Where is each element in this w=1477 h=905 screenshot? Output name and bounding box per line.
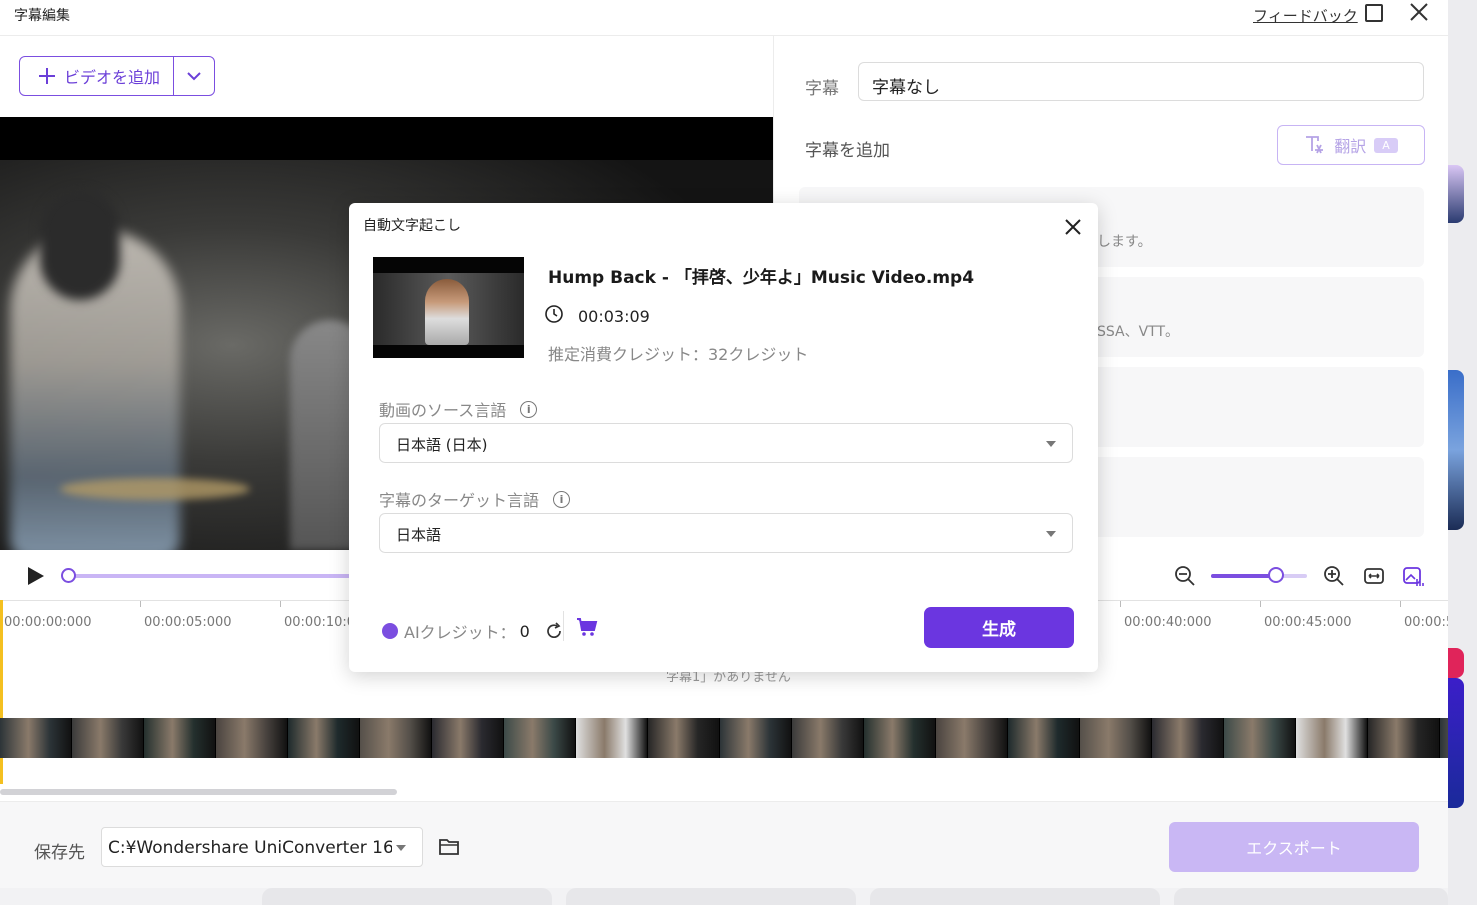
dialog-title: 自動文字起こし [363,218,461,234]
background-card [566,888,856,905]
translate-icon [1306,136,1324,154]
filmstrip-frame [1440,718,1448,758]
play-icon[interactable] [28,567,44,585]
clock-icon [545,305,563,323]
title-bar: 字幕編集 フィードバック [0,0,1448,36]
window-title: 字幕編集 [14,8,70,24]
filmstrip-frame [0,718,72,758]
filmstrip-frame [576,718,648,758]
horizontal-scrollbar[interactable] [0,789,397,795]
background-card [1174,888,1448,905]
save-location-select[interactable]: C:¥Wondershare UniConverter 16¥S [101,827,423,867]
filmstrip-frame [648,718,720,758]
zoom-slider-fill [1211,574,1277,578]
filmstrip-frame [144,718,216,758]
auto-transcription-dialog: 自動文字起こし Hump Back - 「拝啓、少年よ」Music Video.… [349,203,1098,672]
zoom-out-icon[interactable] [1174,565,1196,587]
filmstrip-frame [936,718,1008,758]
video-cymbal [60,478,250,500]
filmstrip-frame [792,718,864,758]
refresh-icon[interactable] [544,621,564,641]
filmstrip-frame [1368,718,1440,758]
video-thumbnail [373,257,524,358]
video-figure-head [40,190,120,300]
feedback-link[interactable]: フィードバック [1253,5,1358,26]
plus-icon [39,68,55,84]
filmstrip-frame [216,718,288,758]
close-icon[interactable] [1408,1,1430,23]
cart-icon[interactable] [576,617,598,637]
card-text: します。 [1097,234,1152,250]
target-language-value: 日本語 [396,526,442,544]
chevron-down-icon [187,72,201,81]
background-thumbnail [1448,370,1464,530]
subtitle-label: 字幕 [805,79,839,99]
source-language-select[interactable]: 日本語 (日本) [379,423,1073,463]
background-thumbnail [1448,648,1464,678]
info-icon[interactable]: i [520,400,538,418]
background-thumbnail [1448,678,1464,808]
ai-credit-icon [382,623,398,639]
add-video-dropdown[interactable] [174,57,214,95]
filmstrip-frame [72,718,144,758]
target-language-text: 字幕のターゲット言語 [379,491,540,510]
translate-button[interactable]: 翻訳 A [1277,125,1425,165]
zoom-in-icon[interactable] [1323,565,1345,587]
info-icon[interactable]: i [553,490,571,508]
filmstrip-frame [504,718,576,758]
save-path: C:¥Wondershare UniConverter 16¥S [108,838,392,858]
ai-credit-info: AIクレジット： 0 [382,619,564,643]
ai-credit-label: AIクレジット： [404,623,516,642]
thumbnail-figure [425,279,469,345]
filmstrip-frame [1224,718,1296,758]
folder-icon[interactable] [438,836,460,856]
filmstrip-frame [1008,718,1080,758]
background-card [262,888,552,905]
zoom-handle[interactable] [1268,567,1284,583]
save-location-label: 保存先 [34,843,85,863]
filmstrip-frame [1080,718,1152,758]
add-subtitle-label: 字幕を追加 [805,141,890,161]
fit-width-icon[interactable] [1363,565,1385,587]
divider [563,611,564,641]
close-icon[interactable] [1063,217,1083,237]
video-filmstrip[interactable] [0,718,1448,758]
ai-badge: A [1374,137,1398,153]
ai-credit-value: 0 [519,621,530,641]
add-video-label: ビデオを追加 [64,68,161,87]
filmstrip-frame [864,718,936,758]
background-card [870,888,1160,905]
dropdown-arrow-icon [396,845,406,851]
filmstrip-frame [288,718,360,758]
source-language-label: 動画のソース言語 i [379,397,538,421]
target-language-label: 字幕のターゲット言語 i [379,487,571,511]
translate-label: 翻訳 [1334,137,1367,156]
export-button[interactable]: エクスポート [1169,822,1419,872]
footer-bar: 保存先 C:¥Wondershare UniConverter 16¥S エクス… [0,801,1448,888]
add-video-button[interactable]: ビデオを追加 [20,57,175,95]
target-language-select[interactable]: 日本語 [379,513,1073,553]
seek-bar[interactable] [68,574,358,578]
dropdown-arrow-icon [1046,441,1056,447]
image-add-icon[interactable] [1402,565,1424,587]
card-text: SSA、VTT。 [1097,324,1180,340]
subtitle-select[interactable]: 字幕なし [858,62,1424,101]
filmstrip-frame [432,718,504,758]
credit-estimate: 推定消費クレジット：32クレジット [548,345,809,364]
source-language-text: 動画のソース言語 [379,401,507,420]
dropdown-arrow-icon [1046,531,1056,537]
filmstrip-frame [1296,718,1368,758]
generate-button[interactable]: 生成 [924,607,1074,648]
filmstrip-frame [360,718,432,758]
video-duration: 00:03:09 [578,307,650,326]
add-video-button-group: ビデオを追加 [19,56,215,96]
seek-handle[interactable] [61,568,76,583]
maximize-icon[interactable] [1365,4,1383,22]
filmstrip-frame [720,718,792,758]
zoom-slider[interactable] [1211,574,1307,578]
file-name: Hump Back - 「拝啓、少年よ」Music Video.mp4 [548,268,975,288]
filmstrip-frame [1152,718,1224,758]
background-thumbnail [1448,165,1464,223]
source-language-value: 日本語 (日本) [396,436,488,454]
